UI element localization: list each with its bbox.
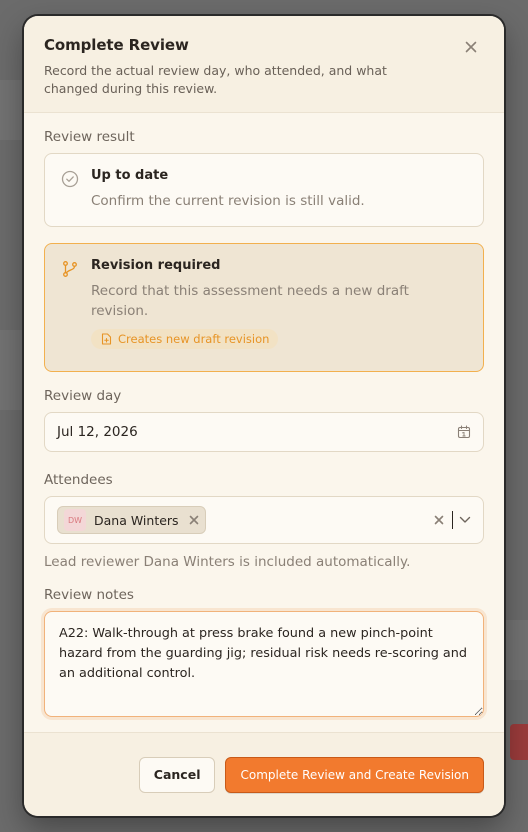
attendee-name: Dana Winters [94,512,179,528]
option-title: Revision required [91,258,221,273]
dialog-title: Complete Review [44,36,189,54]
option-description: Record that this assessment needs a new … [91,283,409,319]
option-title: Up to date [91,168,169,183]
review-day-date-picker[interactable]: Jul 12, 2026 [44,412,484,452]
divider [452,511,453,529]
attendees-multiselect[interactable]: DW Dana Winters [44,496,484,544]
chevron-down-icon[interactable] [459,516,471,524]
complete-review-button[interactable]: Complete Review and Create Revision [225,756,484,793]
review-notes-label: Review notes [44,587,134,603]
review-day-value: Jul 12, 2026 [57,424,138,440]
background-button-hint [510,724,528,760]
attendees-helper-text: Lead reviewer Dana Winters is included a… [44,554,411,570]
draft-revision-badge: Creates new draft revision [91,329,279,349]
option-description: Confirm the current revision is still va… [91,193,365,209]
remove-chip-icon[interactable] [189,515,199,525]
option-up-to-date[interactable]: Up to date Confirm the current revision … [44,153,484,227]
close-icon [465,41,477,53]
file-plus-icon [101,333,112,345]
review-day-label: Review day [44,388,122,404]
dialog-header: Complete Review Record the actual review… [24,16,504,113]
dialog-description: Record the actual review day, who attend… [44,63,387,96]
check-circle-icon [61,170,79,188]
close-button[interactable] [464,40,478,54]
review-notes-textarea[interactable]: A22: Walk-through at press brake found a… [44,611,484,717]
option-revision-required[interactable]: Revision required Record that this asses… [44,243,484,372]
git-branch-icon [63,261,77,277]
calendar-icon[interactable] [457,425,471,439]
avatar: DW [64,509,86,531]
cancel-button[interactable]: Cancel [138,756,216,793]
attendee-chip: DW Dana Winters [57,506,206,534]
dialog-footer: Cancel Complete Review and Create Revisi… [24,732,504,816]
dialog-body: Review result Up to date Confirm the cur… [24,113,504,721]
review-result-label: Review result [44,129,135,145]
badge-label: Creates new draft revision [118,332,270,346]
attendees-label: Attendees [44,472,113,488]
clear-all-icon[interactable] [434,515,444,525]
complete-review-dialog: Complete Review Record the actual review… [24,16,504,816]
